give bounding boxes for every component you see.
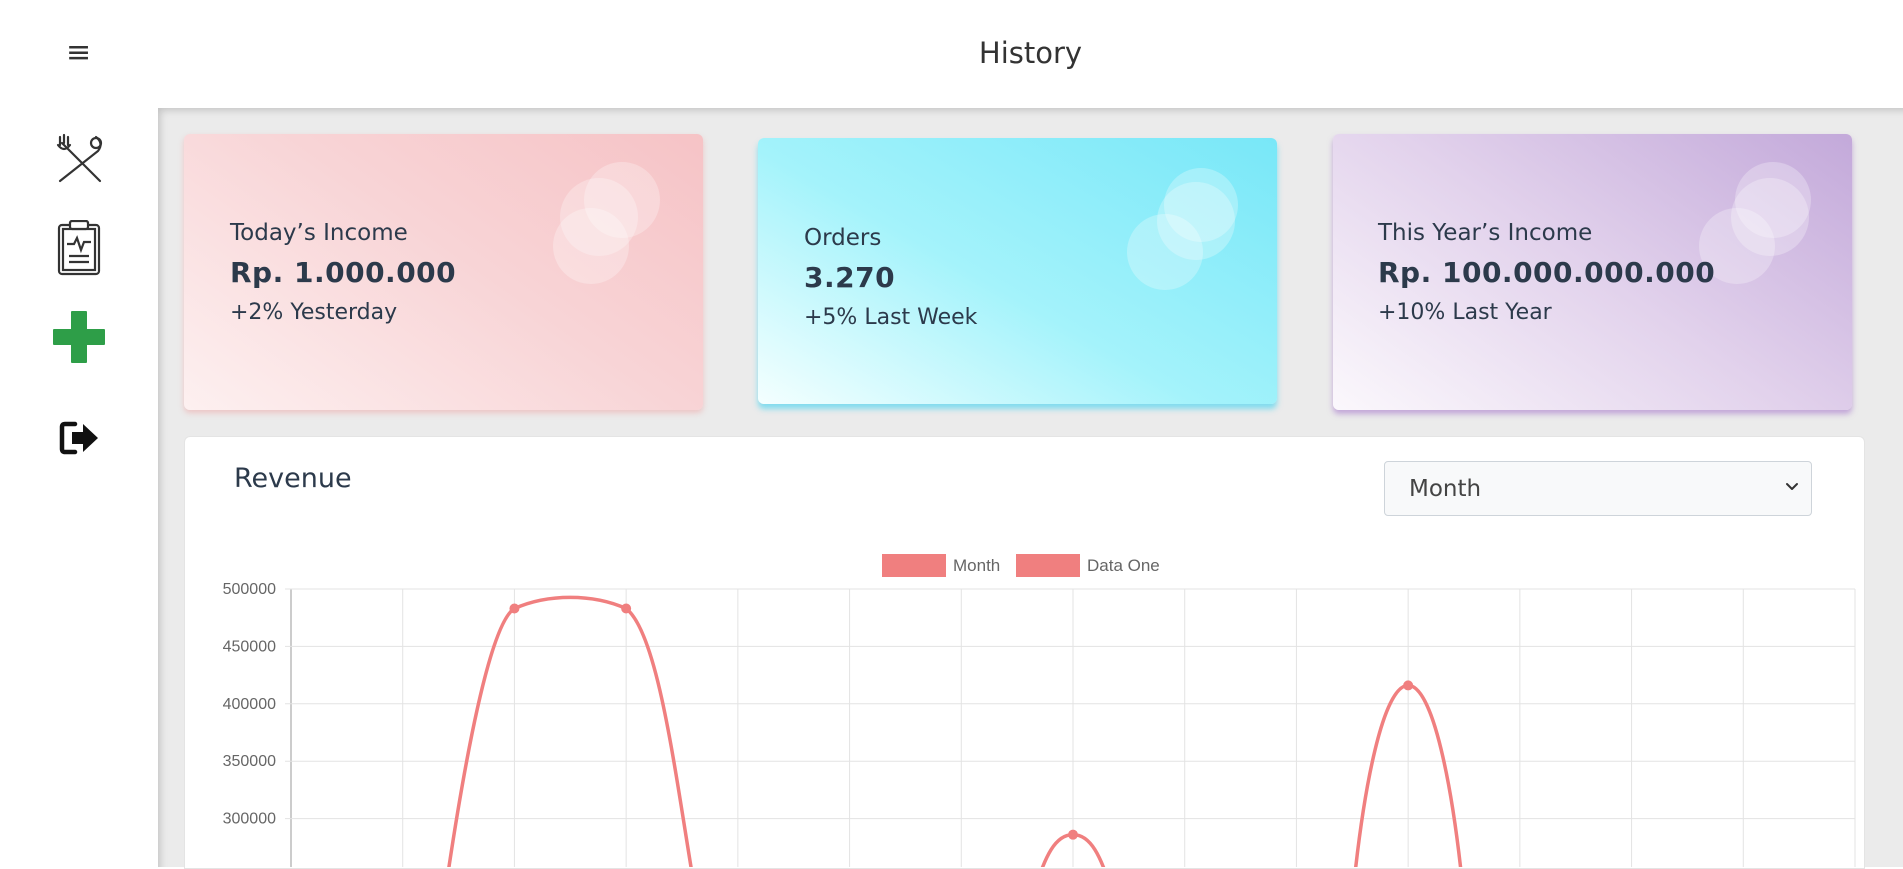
card-label: Today’s Income: [230, 220, 408, 246]
card-label: This Year’s Income: [1378, 220, 1593, 246]
card-subtext: +2% Yesterday: [230, 300, 398, 325]
card-value: Rp. 100.000.000.000: [1378, 256, 1716, 289]
card-subtext: +10% Last Year: [1378, 300, 1552, 325]
period-select-value: Month: [1409, 476, 1482, 502]
menu-fork-knife-icon[interactable]: [52, 131, 108, 187]
card-subtext: +5% Last Week: [804, 305, 978, 330]
sidebar: ≡: [0, 0, 158, 867]
card-label: Orders: [804, 225, 882, 251]
card-value: 3.270: [804, 261, 896, 294]
decorative-bubble: [1127, 214, 1203, 290]
decorative-bubble: [553, 208, 629, 284]
page-title: History: [978, 36, 1083, 70]
clipboard-report-icon[interactable]: [55, 220, 103, 276]
hamburger-menu-icon[interactable]: ≡: [66, 38, 91, 68]
revenue-panel: Revenue Month: [184, 436, 1865, 869]
card-value: Rp. 1.000.000: [230, 256, 457, 289]
chevron-down-icon: [1786, 483, 1798, 490]
period-select[interactable]: Month: [1384, 461, 1812, 516]
add-plus-icon[interactable]: [52, 310, 106, 364]
top-header: History: [158, 0, 1903, 108]
logout-icon[interactable]: [59, 420, 101, 456]
todays-income-card: Today’s Income Rp. 1.000.000 +2% Yesterd…: [184, 134, 703, 410]
revenue-title: Revenue: [234, 463, 352, 494]
this-years-income-card: This Year’s Income Rp. 100.000.000.000 +…: [1333, 134, 1852, 410]
orders-card: Orders 3.270 +5% Last Week: [758, 138, 1277, 404]
